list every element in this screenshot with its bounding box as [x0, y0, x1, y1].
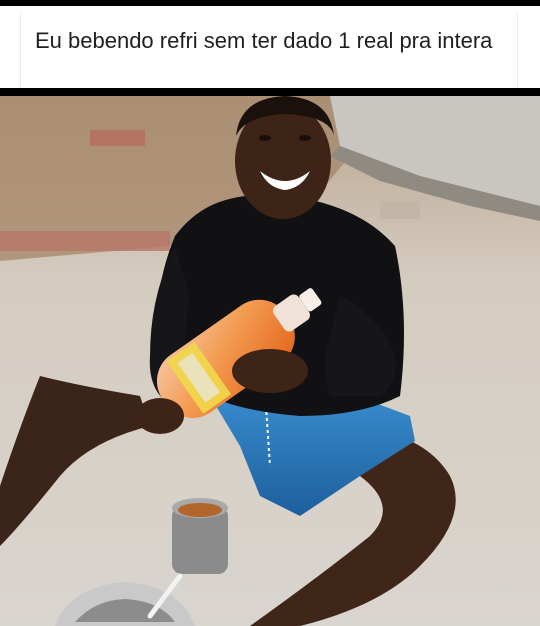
post-caption-area: Eu bebendo refri sem ter dado 1 real pra…: [0, 6, 540, 88]
meme-photo: [0, 96, 540, 626]
post-caption: Eu bebendo refri sem ter dado 1 real pra…: [35, 28, 493, 53]
caption-divider: [0, 88, 540, 96]
caption-card: Eu bebendo refri sem ter dado 1 real pra…: [20, 12, 518, 88]
photo-illustration: [0, 96, 540, 626]
